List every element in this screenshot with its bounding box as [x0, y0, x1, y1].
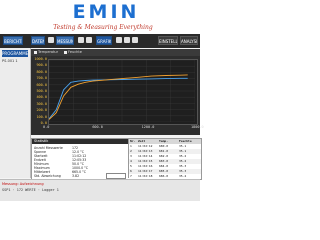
brand-subtitle: Testing & Measuring Everything: [53, 24, 153, 31]
line-chart: [48, 59, 196, 123]
toolbar-button-settings[interactable]: EINSTELLUNG: [158, 36, 178, 45]
table-cell: 684.0: [159, 164, 169, 168]
brand-title: EMIN: [72, 1, 140, 23]
toolbar-button-graph[interactable]: GRAFIK: [96, 36, 112, 45]
status-message: Messung: Aufzeichnung: [2, 182, 44, 186]
y-tick-label: 100.0: [36, 114, 47, 119]
sidebar-header[interactable]: PROGRAMME: [2, 50, 28, 57]
chart-panel: Temperatur Feuchte 1000.0 900.0 800.0 700.0…: [31, 49, 204, 135]
print-icon[interactable]: [86, 37, 92, 43]
table-cell: 2: [130, 149, 132, 153]
app-window: BERICHTE DATEN MESSUNG GRAFIK EINSTELLUN…: [0, 34, 204, 201]
sidebar: PROGRAMME PS-001 1: [0, 48, 31, 178]
statistic-label: Std. Abweichung: [34, 174, 61, 178]
checkbox-icon: [64, 50, 67, 54]
table-cell: 686.0: [159, 174, 169, 178]
table-cell: 681.0: [159, 149, 169, 153]
toolbar-button-reports[interactable]: BERICHTE: [3, 36, 23, 45]
brand-banner: EMIN Testing & Measuring Everything: [0, 0, 200, 34]
table-cell: 11:02:16: [138, 164, 153, 168]
table-cell: 3: [130, 154, 132, 158]
y-tick-label: 300.0: [36, 101, 47, 106]
top-toolbar: BERICHTE DATEN MESSUNG GRAFIK EINSTELLUN…: [0, 34, 200, 48]
table-cell: 680.0: [159, 144, 169, 148]
chart-icon[interactable]: [132, 37, 138, 43]
table-cell: 11:02:17: [138, 169, 153, 173]
table-header-cell: Temp.: [159, 139, 169, 143]
statistics-panel: Statistik Anzahl Messwerte 172 Spanne 12.0 …: [31, 138, 202, 180]
table-cell: 35.3: [179, 164, 187, 168]
table-cell: 1: [130, 144, 132, 148]
statistics-header: Statistik: [32, 139, 129, 144]
y-tick-label: 900.0: [36, 63, 47, 68]
table-cell: 4: [130, 159, 132, 163]
y-tick-label: 600.0: [36, 82, 47, 87]
table-cell: 6: [130, 169, 132, 173]
status-bar: Messung: Aufzeichnung SSP1 · 172 WERTE ·…: [0, 179, 200, 201]
table-cell: 35.2: [179, 159, 187, 163]
zoom-icon[interactable]: [78, 37, 84, 43]
y-tick-label: 500.0: [36, 89, 47, 93]
table-cell: 35.1: [179, 144, 187, 148]
table-cell: 11:02:15: [138, 159, 153, 163]
series-line-1: [48, 77, 188, 120]
table-cell: 7: [130, 174, 132, 178]
plot-area: [48, 59, 198, 125]
table-header-cell: Nr.: [130, 139, 136, 143]
table-header-cell: Zeit: [138, 139, 146, 143]
y-tick-label: 400.0: [36, 95, 47, 100]
table-cell: 35.3: [179, 169, 187, 173]
table-cell: 5: [130, 164, 132, 168]
table-header-cell: Feuchte: [179, 139, 192, 143]
table-cell: 35.1: [179, 149, 187, 153]
checkbox-icon: [34, 50, 37, 54]
table-cell: 11:02:18: [138, 174, 153, 178]
y-tick-label: 1000.0: [34, 57, 47, 61]
y-tick-label: 800.0: [36, 69, 47, 74]
chart-tabs: Temperatur Feuchte: [31, 49, 200, 56]
sidebar-item-program[interactable]: PS-001 1: [2, 59, 18, 63]
table-icon[interactable]: [124, 37, 130, 43]
y-tick-label: 700.0: [36, 76, 47, 81]
table-cell: 35.2: [179, 154, 187, 158]
table-cell: 685.0: [159, 169, 169, 173]
tab-temperature[interactable]: Temperatur: [34, 50, 58, 55]
export-icon[interactable]: [116, 37, 122, 43]
tab-temperature-label: Temperatur: [38, 50, 59, 54]
toolbar-button-data[interactable]: DATEN: [31, 36, 45, 45]
status-info: SSP1 · 172 WERTE · Logger 1: [2, 188, 59, 192]
table-cell: 11:02:13: [138, 149, 153, 153]
toolbar-button-analysis[interactable]: ANALYSE: [180, 36, 198, 45]
tab-humidity[interactable]: Feuchte: [64, 50, 82, 55]
table-cell: 11:02:14: [138, 154, 153, 158]
y-tick-label: 200.0: [36, 108, 47, 113]
save-icon[interactable]: [48, 37, 54, 43]
data-table: Nr. Zeit Temp. Feuchte 1 11:02:12 680.0 35.1 2 11…: [128, 139, 201, 178]
table-cell: 11:02:12: [138, 144, 153, 148]
statistic-value: 3.82: [72, 174, 80, 178]
table-cell: 682.0: [159, 154, 169, 158]
tab-humidity-label: Feuchte: [68, 50, 82, 54]
table-cell: 683.0: [159, 159, 169, 163]
toolbar-button-measure[interactable]: MESSUNG: [56, 36, 74, 45]
table-cell: 35.4: [179, 174, 187, 178]
